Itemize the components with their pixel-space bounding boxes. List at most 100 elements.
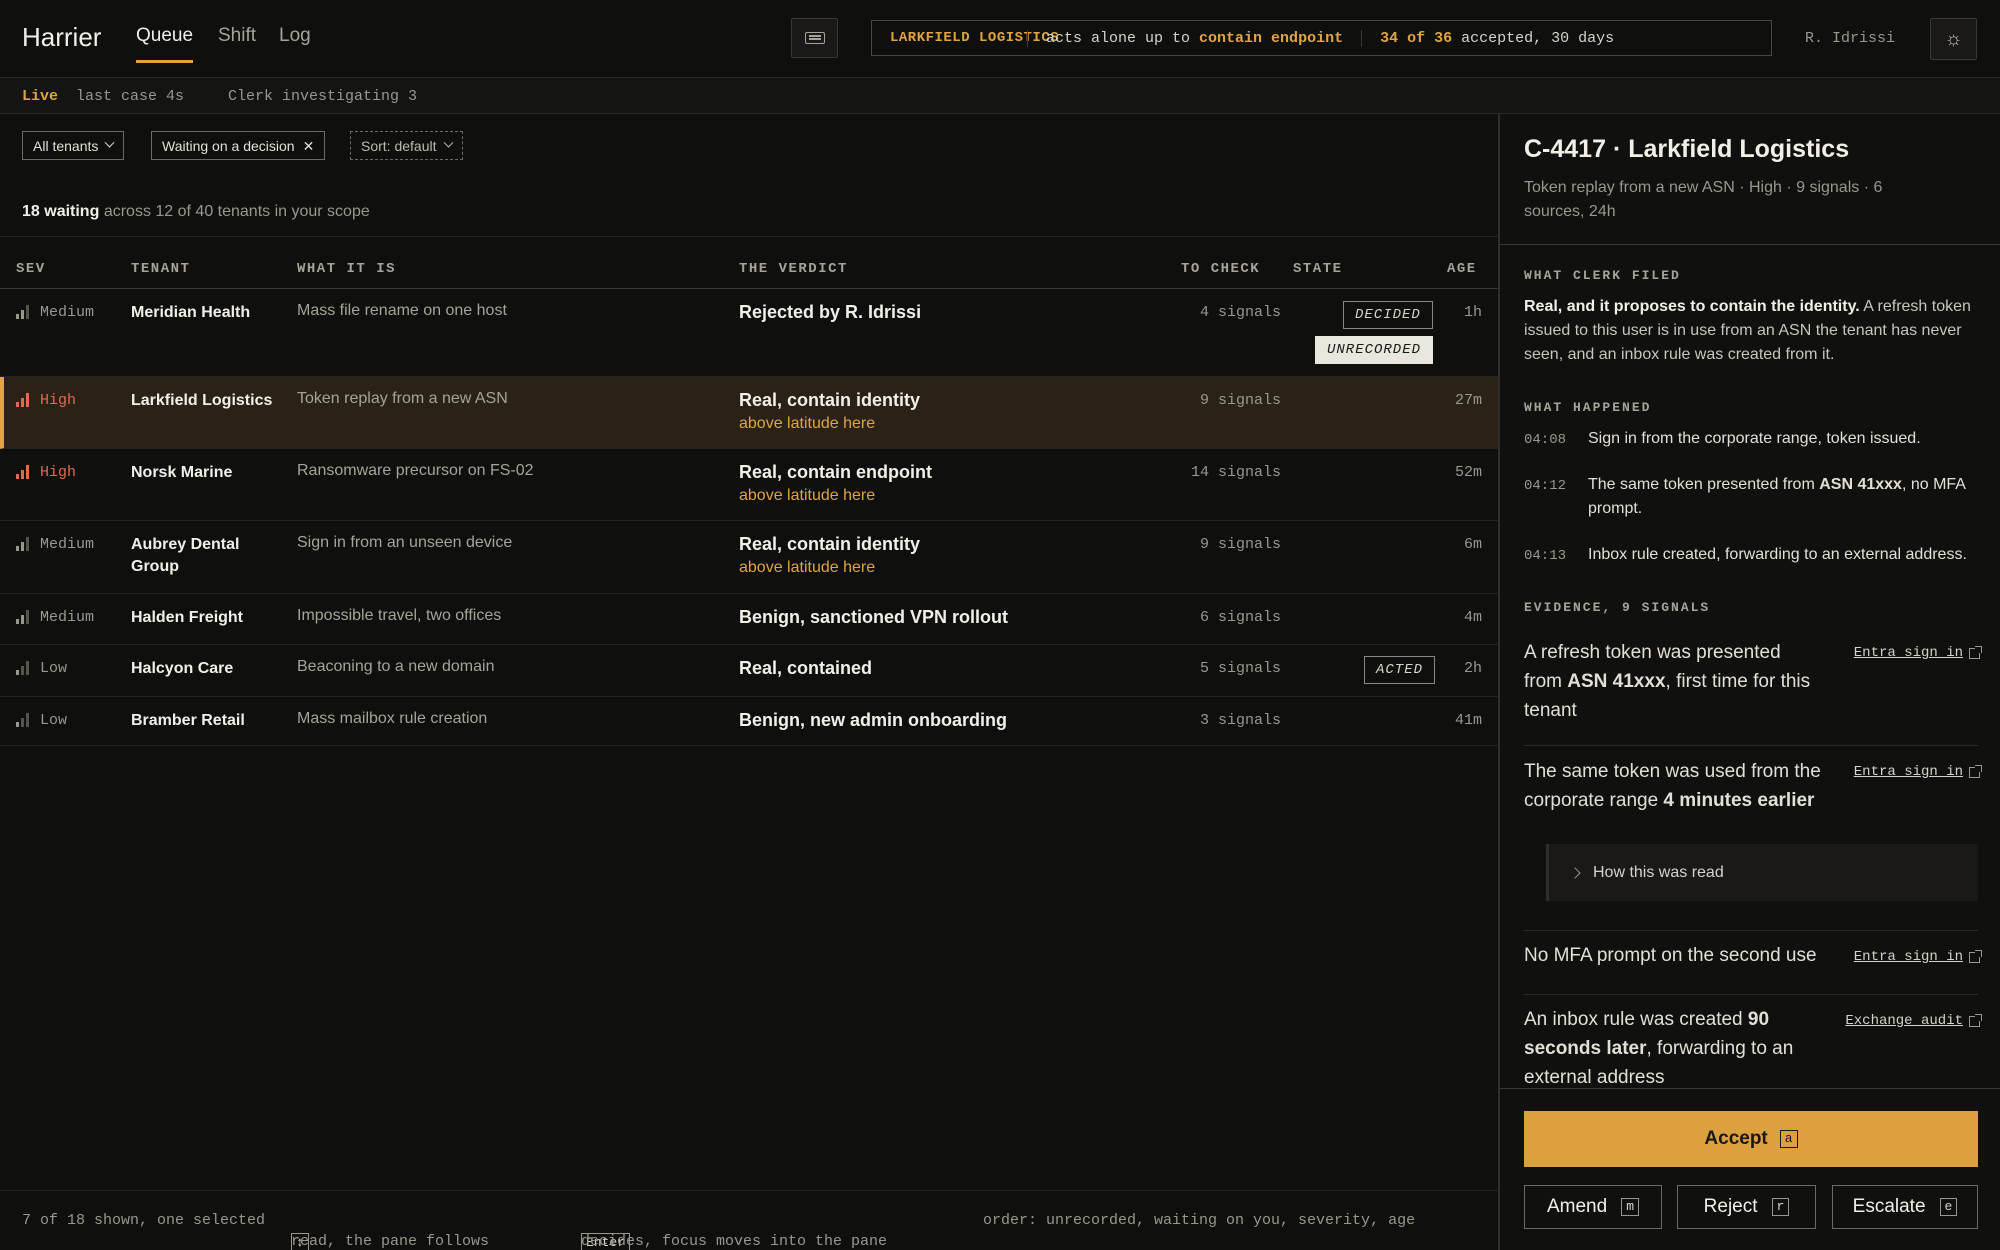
verdict: Real, contain endpoint above latitude he… [739, 462, 932, 505]
evidence-text: An inbox rule was created [1524, 1009, 1748, 1030]
close-icon[interactable]: ✕ [303, 139, 315, 153]
amend-button[interactable]: Amend m [1524, 1185, 1662, 1229]
severity-bars-icon [16, 393, 29, 407]
keyboard-shortcuts-button[interactable] [791, 18, 838, 58]
case-age: 52m [1454, 464, 1482, 481]
accept-button[interactable]: Accept a [1524, 1111, 1978, 1167]
escalate-label: Escalate [1852, 1196, 1926, 1217]
severity-cell: Low [16, 712, 67, 729]
sort-dropdown[interactable]: Sort: default [350, 131, 463, 160]
header-verdict[interactable]: THE VERDICT [739, 261, 848, 277]
case-age: 27m [1454, 392, 1482, 409]
severity-cell: Medium [16, 536, 94, 553]
table-row[interactable]: High Norsk Marine Ransomware precursor o… [0, 449, 1498, 521]
theme-toggle-button[interactable]: ☼ [1930, 18, 1977, 60]
table-row[interactable]: Medium Halden Freight Impossible travel,… [0, 594, 1498, 645]
severity-label: Medium [40, 609, 95, 626]
table-row[interactable]: Low Bramber Retail Mass mailbox rule cre… [0, 697, 1498, 746]
table-row[interactable]: Medium Aubrey Dental Group Sign in from … [0, 521, 1498, 594]
chevron-down-icon [104, 137, 115, 148]
tenant-name: Halden Freight [131, 609, 244, 626]
signal-count: 9 signals [1199, 536, 1281, 553]
policy-accepted-suffix: accepted, 30 days [1461, 29, 1615, 47]
waiting-filter-chip[interactable]: Waiting on a decision ✕ [151, 131, 326, 160]
case-summary: Token replay from a new ASN [297, 390, 508, 407]
evidence-divider [1524, 745, 1978, 746]
external-link-icon [1969, 949, 1982, 963]
verdict-text: Real, contain identity [739, 390, 921, 410]
header-sev[interactable]: SEV [16, 261, 46, 277]
case-summary: Mass file rename on one host [297, 302, 507, 319]
evidence-source-link[interactable]: Entra sign in [1854, 949, 1982, 965]
table-row[interactable]: Low Halcyon Care Beaconing to a new doma… [0, 645, 1498, 697]
waiting-count: 18 waiting [22, 203, 100, 220]
verdict: Real, contained [739, 658, 873, 678]
tab-shift[interactable]: Shift [218, 25, 256, 47]
escalate-button[interactable]: Escalate e [1832, 1185, 1978, 1229]
severity-label: Medium [40, 536, 95, 553]
case-summary: Impossible travel, two offices [297, 607, 502, 624]
case-summary: Beaconing to a new domain [297, 658, 495, 675]
live-indicator: Live [22, 88, 59, 105]
tenant-name: Larkfield Logistics [131, 392, 273, 409]
enter-hint-text: decides, focus moves into the pane [581, 1233, 888, 1250]
case-header: C-4417 · Larkfield Logistics Token repla… [1500, 114, 2000, 245]
tab-queue[interactable]: Queue [136, 25, 194, 63]
reject-label: Reject [1703, 1196, 1758, 1217]
evidence-source-link[interactable]: Exchange audit [1845, 1013, 1982, 1029]
severity-label: High [40, 464, 77, 481]
case-title: C-4417 · Larkfield Logistics [1524, 135, 1850, 163]
how-this-was-read-label: How this was read [1593, 863, 1724, 881]
policy-acceptance: 34 of 36 accepted, 30 days [1361, 29, 1632, 47]
section-label-evidence: EVIDENCE, 9 SIGNALS [1524, 600, 1711, 615]
sun-icon: ☼ [1944, 27, 1963, 50]
waiting-filter-label: Waiting on a decision [162, 137, 295, 154]
table-row[interactable]: Medium Meridian Health Mass file rename … [0, 289, 1498, 377]
header-what[interactable]: WHAT IT IS [297, 261, 396, 277]
severity-cell: Medium [16, 304, 94, 321]
timeline-time: 04:13 [1524, 548, 1567, 564]
signal-count: 9 signals [1199, 392, 1281, 409]
policy-scope: acts alone up to contain endpoint [1027, 29, 1361, 47]
header-check[interactable]: TO CHECK [1181, 261, 1260, 277]
reject-button[interactable]: Reject r [1677, 1185, 1816, 1229]
header-tenant[interactable]: TENANT [131, 261, 190, 277]
severity-bars-icon [16, 713, 29, 727]
verdict: Rejected by R. Idrissi [739, 302, 922, 322]
case-age: 1h [1463, 304, 1482, 321]
clerk-status: Clerk investigating 3 [228, 88, 418, 105]
app-logo: Harrier [22, 22, 102, 52]
table-row-selected[interactable]: High Larkfield Logistics Token replay fr… [0, 377, 1498, 449]
case-summary: Mass mailbox rule creation [297, 710, 488, 727]
status-badge-decided: DECIDED [1343, 301, 1433, 329]
section-label-happened: WHAT HAPPENED [1524, 400, 1652, 415]
verdict-text: Real, contain endpoint [739, 462, 933, 482]
evidence-source-link[interactable]: Entra sign in [1853, 645, 1982, 661]
tenant-filter-label: All tenants [33, 137, 99, 154]
severity-cell: High [16, 392, 76, 409]
header-age[interactable]: AGE [1447, 261, 1477, 277]
tenant-filter-dropdown[interactable]: All tenants [22, 131, 125, 160]
how-this-was-read-expander[interactable]: How this was read [1546, 844, 1978, 901]
tab-log[interactable]: Log [279, 25, 311, 47]
evidence-source-label: Entra sign in [1853, 645, 1963, 661]
external-link-icon [1969, 1013, 1982, 1027]
signal-count: 5 signals [1199, 660, 1281, 677]
case-age: 6m [1463, 536, 1482, 553]
severity-cell: Low [16, 660, 67, 677]
evidence-divider [1524, 994, 1978, 995]
user-name[interactable]: R. Idrissi [1805, 30, 1895, 47]
top-bar: Harrier Queue Shift Log LARKFIELD LOGIST… [0, 0, 2000, 78]
verdict-latitude-note: above latitude here [739, 415, 876, 432]
evidence-source-link[interactable]: Entra sign in [1854, 764, 1982, 780]
signal-count: 6 signals [1199, 609, 1281, 626]
evidence-divider [1524, 930, 1978, 931]
verdict-text: Real, contain identity [739, 534, 921, 554]
status-strip: Live last case 4s Clerk investigating 3 [0, 78, 2000, 114]
last-case-status: last case 4s [76, 88, 185, 105]
severity-cell: High [16, 464, 76, 481]
keyboard-hint-bar: 7 of 18 shown, one selected ↑ ↓ read, the… [0, 1190, 1498, 1250]
decision-actions: Accept a Amend m Reject r Escalate e [1500, 1088, 2000, 1250]
external-link-icon [1969, 645, 1982, 659]
header-state[interactable]: STATE [1293, 261, 1343, 277]
